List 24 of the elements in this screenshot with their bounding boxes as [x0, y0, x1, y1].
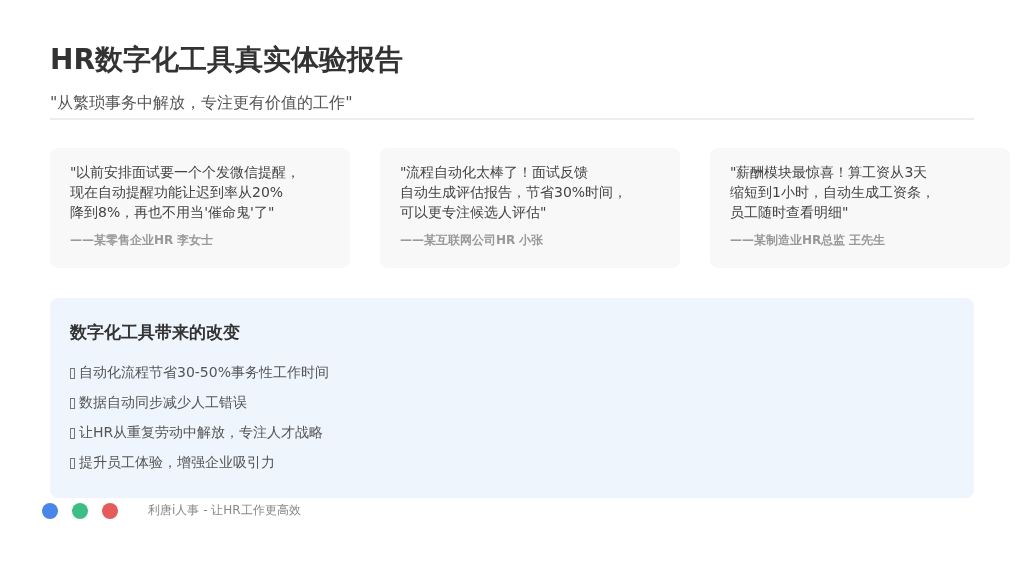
quote-author: ——某互联网公司HR 小张 — [400, 232, 545, 249]
page-title: HR数字化工具真实体验报告 — [50, 42, 404, 78]
change-item: 数据自动同步减少人工错误 — [79, 394, 247, 412]
quote-author: ——某制造业HR总监 王先生 — [730, 232, 887, 249]
change-item: 让HR从重复劳动中解放，专注人才战略 — [79, 424, 324, 442]
missing-glyph-icon — [70, 457, 75, 469]
missing-glyph-icon — [70, 427, 75, 439]
changes-heading: 数字化工具带来的改变 — [70, 321, 241, 344]
quote-line: "流程自动化太棒了！面试反馈 — [400, 163, 590, 182]
quote-line: 缩短到1小时，自动生成工资条， — [730, 183, 936, 202]
subtitle: "从繁琐事务中解放，专注更有价值的工作" — [50, 92, 974, 120]
quote-line: 降到8%，再也不用当'催命鬼'了" — [70, 203, 276, 222]
quote-author: ——某零售企业HR 李女士 — [70, 232, 215, 249]
quote-line: 可以更专注候选人评估" — [400, 203, 548, 222]
missing-glyph-icon — [70, 367, 75, 379]
quote-line: 现在自动提醒功能让迟到率从20% — [70, 183, 285, 202]
quote-line: "薪酬模块最惊喜！算工资从3天 — [730, 163, 929, 182]
quote-line: 自动生成评估报告，节省30%时间， — [400, 183, 629, 202]
quote-line: 员工随时查看明细" — [730, 203, 850, 222]
change-item: 提升员工体验，增强企业吸引力 — [79, 454, 275, 472]
missing-glyph-icon — [70, 397, 75, 409]
quote-line: "以前安排面试要一个个发微信提醒， — [70, 163, 302, 182]
footer-text: 利唐i人事 - 让HR工作更高效 — [148, 502, 301, 519]
change-item: 自动化流程节省30-50%事务性工作时间 — [79, 364, 329, 382]
